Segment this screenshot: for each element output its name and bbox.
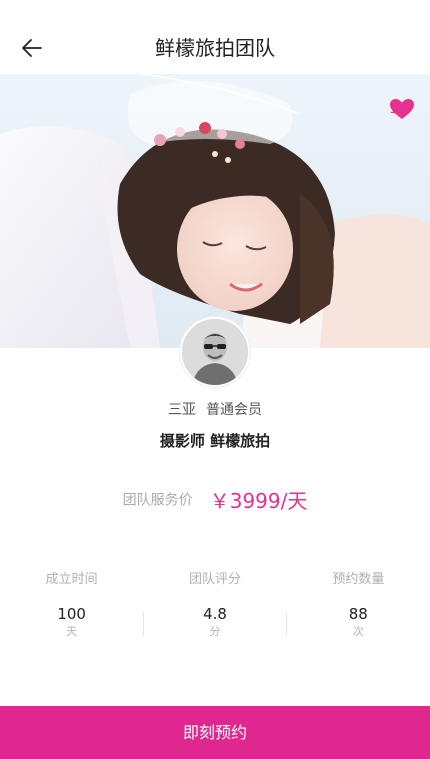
avatar[interactable] (180, 317, 250, 387)
book-now-button[interactable]: 即刻预约 (0, 706, 430, 759)
price-value: ￥3999/天 (209, 488, 308, 513)
stat-unit: 天 (66, 625, 78, 638)
stat-unit: 分 (209, 625, 221, 638)
stat-established: 成立时间 100 天 (0, 570, 143, 650)
like-button[interactable]: 16 (389, 98, 414, 119)
stats-row: 成立时间 100 天 团队评分 4.8 分 预约数量 88 次 (0, 570, 430, 650)
header-bar: 鲜檬旅拍团队 (0, 0, 430, 74)
photographer-avatar-image (182, 319, 248, 385)
hero-photo[interactable]: 16 (0, 74, 430, 348)
stat-divider (143, 612, 145, 636)
member-level-text: 普通会员 (206, 402, 262, 418)
page-title: 鲜檬旅拍团队 (155, 36, 275, 60)
stat-label: 预约数量 (332, 572, 385, 587)
stat-label: 成立时间 (45, 572, 98, 587)
stat-bookings: 预约数量 88 次 (287, 570, 430, 650)
stat-value: 4.8 (203, 605, 227, 623)
wedding-photo-illustration (0, 74, 430, 348)
price-row: 团队服务价 ￥3999/天 (0, 486, 430, 515)
photographer-name: 摄影师 鲜檬旅拍 (159, 432, 271, 450)
heart-icon (389, 99, 414, 119)
stat-rating: 团队评分 4.8 分 (143, 570, 287, 650)
stat-unit: 次 (352, 625, 364, 638)
stat-label: 团队评分 (188, 572, 241, 587)
location-text: 三亚 (168, 402, 196, 418)
stat-value: 88 (348, 605, 368, 623)
stat-value: 100 (57, 605, 86, 623)
member-info: 三亚 普通会员 (0, 400, 430, 420)
price-label: 团队服务价 (122, 492, 193, 509)
